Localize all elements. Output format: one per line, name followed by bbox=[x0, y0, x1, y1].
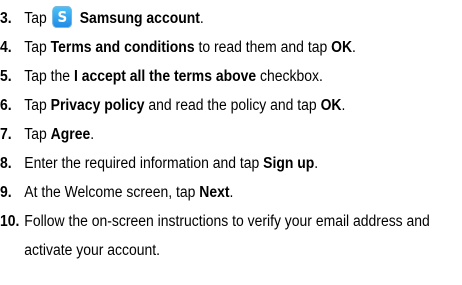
step-plain-text: . bbox=[229, 184, 234, 201]
step-plain-text: . bbox=[341, 97, 346, 114]
step-plain-text: . bbox=[199, 10, 204, 27]
step-emphasis-text: OK bbox=[320, 97, 342, 114]
step-text: Follow the on-screen instructions to ver… bbox=[24, 207, 454, 265]
step-plain-text: Tap bbox=[24, 126, 51, 143]
step-plain-text: Tap the bbox=[24, 68, 74, 85]
step-plain-text: checkbox. bbox=[256, 68, 323, 85]
step-number: 5. bbox=[0, 68, 12, 85]
step-plain-text: Tap bbox=[24, 97, 51, 114]
step-number: 6. bbox=[0, 97, 12, 114]
step-number: 7. bbox=[0, 126, 12, 143]
step-text: Tap Terms and conditions to read them an… bbox=[24, 33, 416, 62]
step-text: Tap Agree. bbox=[24, 120, 416, 149]
step-plain-text: . bbox=[352, 39, 356, 56]
step-number: 4. bbox=[0, 39, 12, 56]
samsung-account-icon: S bbox=[52, 6, 73, 28]
step-text: Tap Privacy policy and read the policy a… bbox=[24, 91, 416, 120]
step-plain-text: Follow the on-screen instructions to ver… bbox=[24, 213, 430, 259]
step-text: Tap the I accept all the terms above che… bbox=[24, 62, 416, 91]
samsung-account-icon-glyph: S bbox=[57, 8, 68, 26]
step-text: Tap S Samsung account. bbox=[24, 4, 416, 33]
step-emphasis-text: I accept all the terms above bbox=[73, 68, 257, 85]
step-number: 9. bbox=[0, 184, 12, 201]
step-emphasis-text: Samsung account bbox=[75, 10, 200, 27]
step-emphasis-text: Next bbox=[199, 184, 230, 201]
step-number: 10. bbox=[0, 213, 20, 230]
step-number: 8. bbox=[0, 155, 12, 172]
step-text: At the Welcome screen, tap Next. bbox=[24, 178, 416, 207]
step-plain-text: and read the policy and tap bbox=[144, 97, 321, 114]
step-plain-text: Enter the required information and tap bbox=[24, 155, 264, 172]
step-emphasis-text: Privacy policy bbox=[50, 97, 145, 114]
step-emphasis-text: OK bbox=[331, 39, 353, 56]
step-emphasis-text: Agree bbox=[50, 126, 91, 143]
step-plain-text: At the Welcome screen, tap bbox=[24, 184, 200, 201]
step-plain-text: . bbox=[314, 155, 319, 172]
step-plain-text: . bbox=[90, 126, 95, 143]
step-plain-text: to read them and tap bbox=[194, 39, 332, 56]
step-text: Enter the required information and tap S… bbox=[24, 149, 416, 178]
step-plain-text: Tap bbox=[24, 10, 51, 27]
step-plain-text: Tap bbox=[24, 39, 51, 56]
step-emphasis-text: Terms and conditions bbox=[50, 39, 195, 56]
step-number: 3. bbox=[0, 10, 12, 27]
step-emphasis-text: Sign up bbox=[263, 155, 315, 172]
